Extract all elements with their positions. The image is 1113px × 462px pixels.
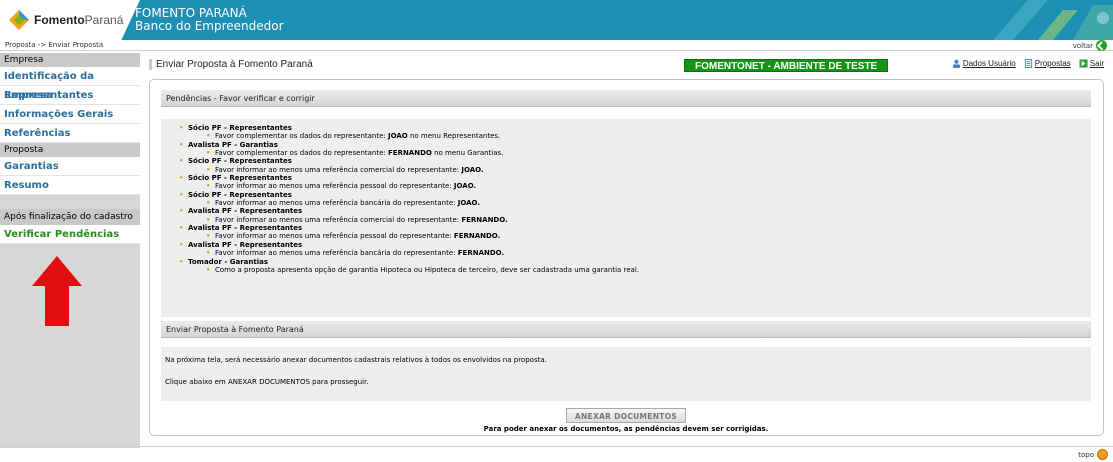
- sair-link[interactable]: Sair: [1079, 59, 1104, 68]
- header-decoration: [993, 0, 1113, 40]
- envio-instruction: Na próxima tela, será necessário anexar …: [165, 356, 547, 364]
- dados-usuario-link[interactable]: Dados Usuário: [952, 59, 1016, 68]
- page-title: Enviar Proposta à Fomento Paraná: [149, 59, 313, 70]
- pendencia-message: Favor informar ao menos uma referência b…: [177, 199, 1091, 208]
- sidebar-section-finalizacao: Após finalização do cadastro: [0, 209, 140, 225]
- anexar-documentos-button[interactable]: ANEXAR DOCUMENTOS: [565, 408, 687, 423]
- pendencias-header: Pendências - Favor verificar e corrigir: [161, 90, 1091, 107]
- app-title: FOMENTO PARANÁ Banco do Empreendedor: [135, 6, 284, 33]
- user-icon: [952, 59, 960, 68]
- logo-text[interactable]: FomentoParaná: [34, 13, 123, 27]
- pendencia-message: Favor informar ao menos uma referência c…: [177, 216, 1091, 225]
- sidebar-item-informacoes[interactable]: Informações Gerais: [0, 105, 140, 124]
- sidebar-section-empresa: Empresa: [0, 53, 140, 67]
- pendencia-message: Favor informar ao menos uma referência b…: [177, 249, 1091, 258]
- pendencia-message: Favor informar ao menos uma referência p…: [177, 232, 1091, 241]
- sidebar: Empresa Identificação da Empresa Represe…: [0, 53, 140, 448]
- fomento-logo-icon: [9, 10, 29, 30]
- propostas-link[interactable]: Propostas: [1024, 59, 1071, 68]
- user-links: Dados Usuário Propostas Sair: [952, 59, 1104, 68]
- app-header: FomentoParaná FOMENTO PARANÁ Banco do Em…: [0, 0, 1113, 40]
- main-content: Enviar Proposta à Fomento Paraná FOMENTO…: [149, 53, 1104, 436]
- anexar-note: Para poder anexar os documentos, as pend…: [483, 425, 769, 433]
- pendencias-body: Sócio PF - RepresentantesFavor complemen…: [161, 119, 1091, 317]
- pendencia-message: Favor complementar os dados do represent…: [177, 149, 1091, 158]
- pendencia-group: Sócio PF - Representantes: [177, 124, 1091, 133]
- footer: topo: [0, 446, 1113, 462]
- back-arrow-icon[interactable]: [1096, 40, 1107, 51]
- pendencia-group: Avalista PF - Representantes: [177, 207, 1091, 216]
- envio-body: Na próxima tela, será necessário anexar …: [161, 347, 1091, 401]
- pendencias-list: Sócio PF - RepresentantesFavor complemen…: [161, 119, 1091, 275]
- exit-icon: [1079, 59, 1088, 68]
- document-icon: [1024, 59, 1032, 68]
- up-arrow-icon[interactable]: [1097, 449, 1108, 460]
- pendencia-message: Favor informar ao menos uma referência p…: [177, 182, 1091, 191]
- pendencia-message: Favor informar ao menos uma referência c…: [177, 166, 1091, 175]
- envio-header: Enviar Proposta à Fomento Paraná: [161, 321, 1091, 338]
- sidebar-item-verificar-pendencias[interactable]: Verificar Pendências: [0, 225, 140, 244]
- pendencia-message: Como a proposta apresenta opção de garan…: [177, 266, 1091, 275]
- action-area: ANEXAR DOCUMENTOS Para poder anexar os d…: [161, 404, 1091, 433]
- pendencia-group: Sócio PF - Representantes: [177, 157, 1091, 166]
- sidebar-item-representantes[interactable]: Representantes: [0, 86, 140, 105]
- sidebar-section-proposta: Proposta: [0, 143, 140, 157]
- pendencia-message: Favor complementar os dados do represent…: [177, 132, 1091, 141]
- sidebar-item-resumo[interactable]: Resumo: [0, 176, 140, 195]
- breadcrumb: Proposta -> Enviar Proposta: [5, 41, 104, 49]
- sidebar-item-identificacao[interactable]: Identificação da Empresa: [0, 67, 140, 101]
- environment-badge: FOMENTONET - AMBIENTE DE TESTE: [684, 59, 889, 72]
- envio-instruction-2: Clique abaixo em ANEXAR DOCUMENTOS para …: [165, 378, 369, 386]
- pendencia-group: Sócio PF - Representantes: [177, 191, 1091, 200]
- pendencia-group: Avalista PF - Garantias: [177, 141, 1091, 150]
- red-arrow-annotation-icon: [32, 256, 82, 326]
- pendencia-group: Avalista PF - Representantes: [177, 224, 1091, 233]
- pendencia-group: Sócio PF - Representantes: [177, 174, 1091, 183]
- back-to-top-link[interactable]: topo: [1078, 449, 1108, 460]
- content-frame: Pendências - Favor verificar e corrigir …: [149, 79, 1104, 436]
- pendencia-group: Avalista PF - Representantes: [177, 241, 1091, 250]
- sidebar-item-garantias[interactable]: Garantias: [0, 157, 140, 176]
- back-link[interactable]: voltar: [1073, 40, 1107, 51]
- sidebar-item-referencias[interactable]: Referências: [0, 124, 140, 143]
- breadcrumb-bar: Proposta -> Enviar Proposta voltar: [0, 40, 1113, 51]
- pendencia-group: Tomador - Garantias: [177, 258, 1091, 267]
